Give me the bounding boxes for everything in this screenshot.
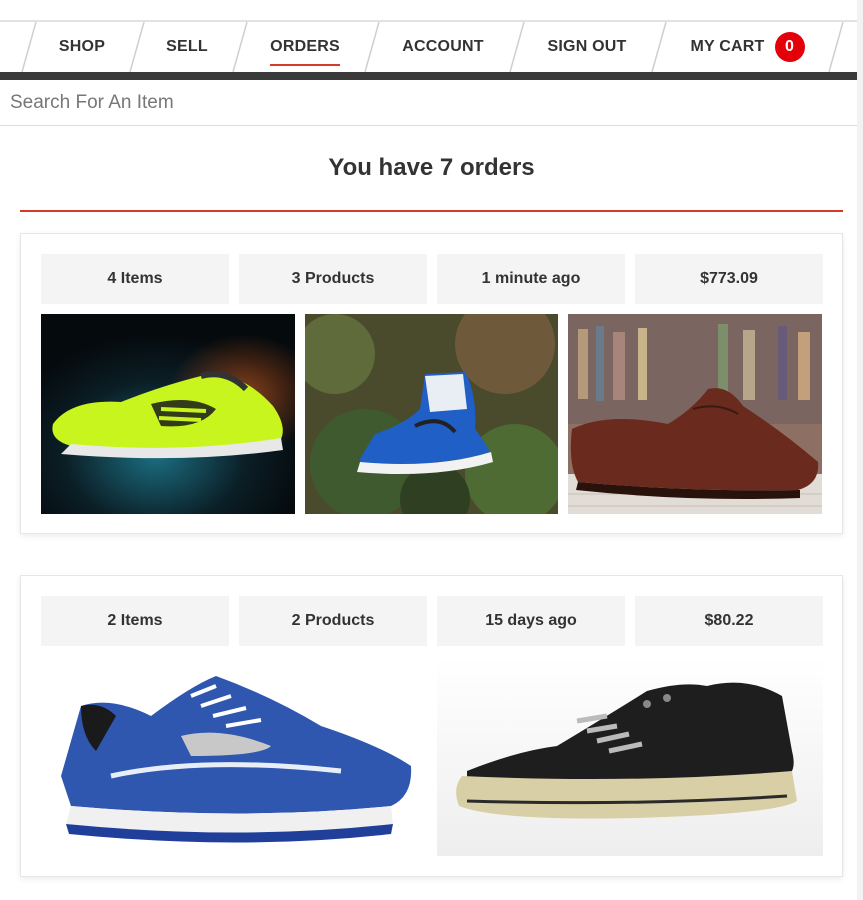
nav-orders-label: ORDERS [270,38,340,66]
order-time: 1 minute ago [437,254,625,304]
nav-divider [648,22,672,72]
nav-orders[interactable]: ORDERS [250,22,360,72]
nav-signout-label: SIGN OUT [547,38,627,55]
nav-divider [825,22,849,72]
nav-divider [18,22,42,72]
blue-running-shoe-icon[interactable] [41,656,427,856]
search-bar [0,80,863,126]
page-title: You have 7 orders [328,154,535,181]
nav-cart-label: MY CART [690,38,765,55]
order-time: 15 days ago [437,596,625,646]
order-stats: 4 Items 3 Products 1 minute ago $773.09 [41,254,823,304]
nav-account[interactable]: ACCOUNT [383,22,503,72]
nav-sell[interactable]: SELL [146,22,228,72]
nav-bottom-bar [0,72,863,80]
order-card[interactable]: 4 Items 3 Products 1 minute ago $773.09 [20,233,843,534]
order-total: $80.22 [635,596,823,646]
black-canvas-sneaker-icon[interactable] [437,656,823,856]
order-products-count: 2 Products [239,596,427,646]
nav-divider [361,22,385,72]
order-card[interactable]: 2 Items 2 Products 15 days ago $80.22 [20,575,843,877]
nav-shop-label: SHOP [58,38,106,55]
brown-leather-shoe-icon[interactable] [568,314,822,514]
neon-running-shoe-icon[interactable] [41,314,295,514]
main-nav: SHOP SELL ORDERS ACCOUNT SIGN OUT MY CAR… [0,20,863,72]
nav-sell-label: SELL [166,38,208,55]
order-stats: 2 Items 2 Products 15 days ago $80.22 [41,596,823,646]
nav-cart[interactable]: MY CART 0 [670,22,825,72]
title-divider [20,210,843,212]
nav-account-label: ACCOUNT [402,38,484,55]
cart-count-badge: 0 [774,32,805,62]
order-total: $773.09 [635,254,823,304]
order-items-count: 2 Items [41,596,229,646]
top-strip [0,0,863,20]
search-input[interactable] [10,91,863,114]
order-items-count: 4 Items [41,254,229,304]
page-scrollbar[interactable] [857,0,863,900]
blue-high-top-sneaker-icon[interactable] [305,314,558,514]
nav-shop[interactable]: SHOP [40,22,124,72]
order-products-count: 3 Products [239,254,427,304]
nav-signout[interactable]: SIGN OUT [527,22,647,72]
